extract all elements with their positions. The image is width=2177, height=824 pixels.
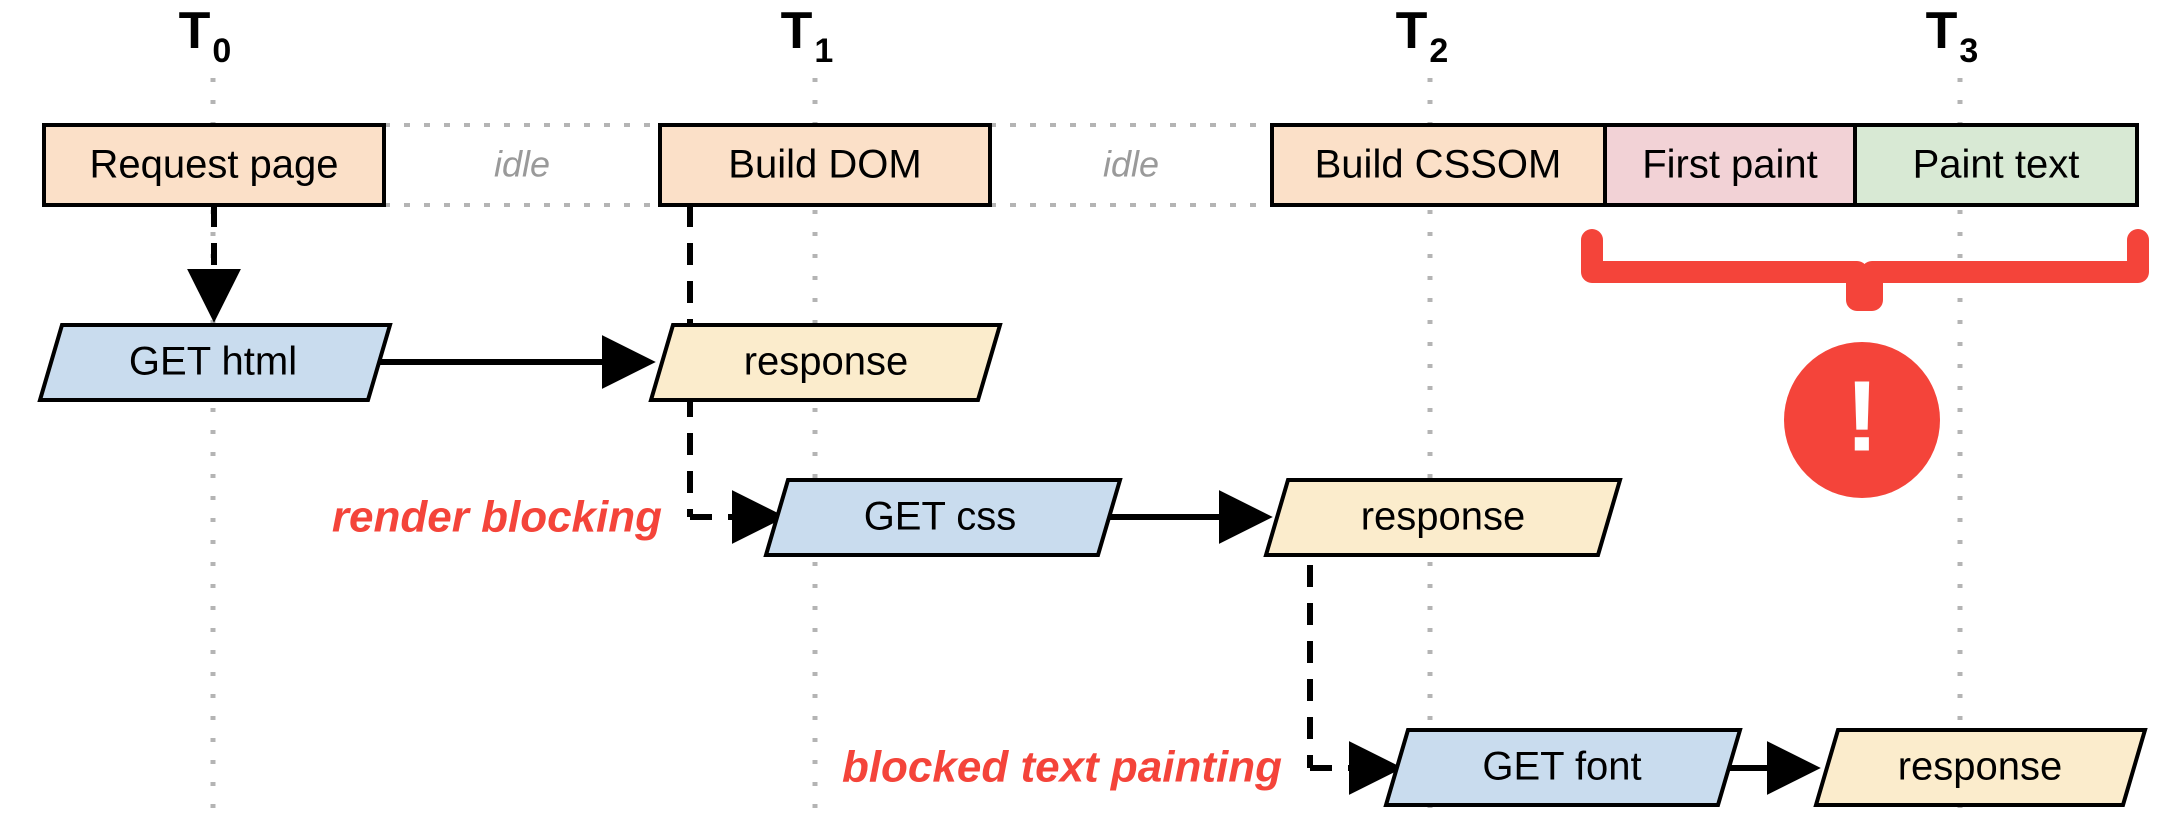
- network-node-response-css[interactable]: response: [1263, 478, 1623, 557]
- timeline-box-build-dom-label: Build DOM: [728, 143, 921, 187]
- timeline-boxes: Request page Build DOM Build CSSOM First…: [42, 123, 2139, 207]
- time-markers: T0 T1 T2 T3: [179, 2, 1979, 70]
- network-node-get-html[interactable]: GET html: [37, 323, 393, 402]
- timeline-box-first-paint[interactable]: First paint: [1603, 123, 1857, 207]
- network-node-response-html-label: response: [744, 340, 909, 384]
- timeline-box-first-paint-label: First paint: [1642, 143, 1818, 187]
- time-marker-t1: T1: [781, 2, 834, 70]
- timeline-box-paint-text-label: Paint text: [1913, 143, 2080, 187]
- annotation-render-blocking: render blocking: [332, 493, 662, 542]
- timeline-box-build-dom[interactable]: Build DOM: [658, 123, 992, 207]
- network-node-get-font[interactable]: GET font: [1383, 728, 1743, 807]
- idle-label-1: idle: [494, 144, 550, 185]
- timeline-box-build-cssom-label: Build CSSOM: [1315, 143, 1562, 187]
- network-node-get-css-label: GET css: [864, 495, 1017, 539]
- network-node-get-font-label: GET font: [1482, 745, 1641, 789]
- warning-bracket: [1581, 229, 2149, 311]
- network-node-get-html-label: GET html: [129, 340, 297, 384]
- warning-badge[interactable]: !: [1784, 342, 1940, 498]
- time-marker-t3: T3: [1926, 2, 1979, 70]
- warning-bracket-shape: [1581, 229, 2149, 311]
- timeline-box-request-page-label: Request page: [89, 143, 338, 187]
- timeline-box-build-cssom[interactable]: Build CSSOM: [1270, 123, 1607, 207]
- network-node-response-font-label: response: [1898, 745, 2063, 789]
- warning-exclamation-icon: !: [1845, 360, 1878, 472]
- webfont-timeline-diagram: T0 T1 T2 T3 Request page Build DOM Build…: [37, 2, 2149, 824]
- network-node-get-css[interactable]: GET css: [763, 478, 1123, 557]
- timeline-box-request-page[interactable]: Request page: [42, 123, 386, 207]
- network-node-response-html[interactable]: response: [648, 323, 1003, 402]
- time-marker-t0: T0: [179, 2, 232, 70]
- annotation-blocked-text-painting: blocked text painting: [842, 743, 1282, 792]
- time-marker-t2: T2: [1396, 2, 1449, 70]
- idle-label-2: idle: [1103, 144, 1159, 185]
- flow-css-response-to-get-font: [1307, 527, 1403, 795]
- network-node-response-font[interactable]: response: [1813, 728, 2148, 807]
- diagram-canvas: T0 T1 T2 T3 Request page Build DOM Build…: [0, 0, 2177, 824]
- timeline-box-paint-text[interactable]: Paint text: [1853, 123, 2139, 207]
- network-node-response-css-label: response: [1361, 495, 1526, 539]
